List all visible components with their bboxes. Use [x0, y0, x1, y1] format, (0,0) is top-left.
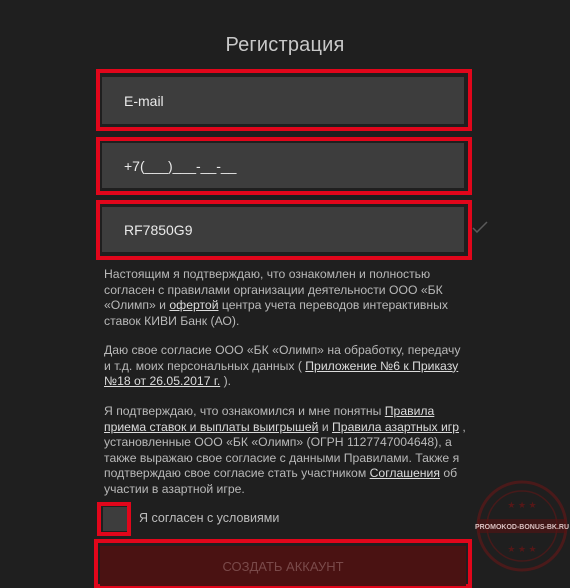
- svg-text:★ ★ ★: ★ ★ ★: [507, 544, 536, 554]
- offer-link[interactable]: офертой: [169, 298, 218, 312]
- consent-text-offer: Настоящим я подтверждаю, что ознакомлен …: [104, 267, 470, 329]
- email-field[interactable]: [102, 77, 464, 124]
- watermark-seal: PROMOKOD-BONUS-BK.RU ★ ★ ★ ★ ★ ★: [475, 480, 569, 572]
- agreement-link[interactable]: Соглашения: [370, 466, 440, 480]
- consent-text-rules: Я подтверждаю, что ознакомился и мне пон…: [104, 404, 470, 498]
- agree-checkbox[interactable]: [103, 507, 127, 531]
- consent-text: и: [318, 419, 333, 434]
- create-account-button[interactable]: СОЗДАТЬ АККАУНТ: [100, 546, 466, 586]
- consent-text: Я подтверждаю, что ознакомился и мне пон…: [104, 404, 385, 418]
- agree-label: Я согласен с условиями: [139, 511, 280, 525]
- consent-text: ).: [220, 374, 232, 389]
- promo-code-input[interactable]: RF7850G9: [124, 222, 192, 238]
- checkmark-icon: [472, 221, 488, 233]
- promo-code-field[interactable]: RF7850G9: [102, 207, 464, 252]
- page-title: Регистрация: [225, 34, 345, 56]
- gambling-rules-link[interactable]: Правила азартных игр: [332, 420, 459, 434]
- svg-text:PROMOKOD-BONUS-BK.RU: PROMOKOD-BONUS-BK.RU: [475, 524, 569, 531]
- consent-text-personal-data: Даю свое согласие ООО «БК «Олимп» на обр…: [104, 343, 470, 390]
- svg-text:★ ★ ★: ★ ★ ★: [507, 500, 536, 510]
- email-input[interactable]: [124, 92, 464, 109]
- phone-input[interactable]: +7(___)___-__-__: [124, 158, 236, 174]
- phone-field[interactable]: +7(___)___-__-__: [102, 143, 464, 188]
